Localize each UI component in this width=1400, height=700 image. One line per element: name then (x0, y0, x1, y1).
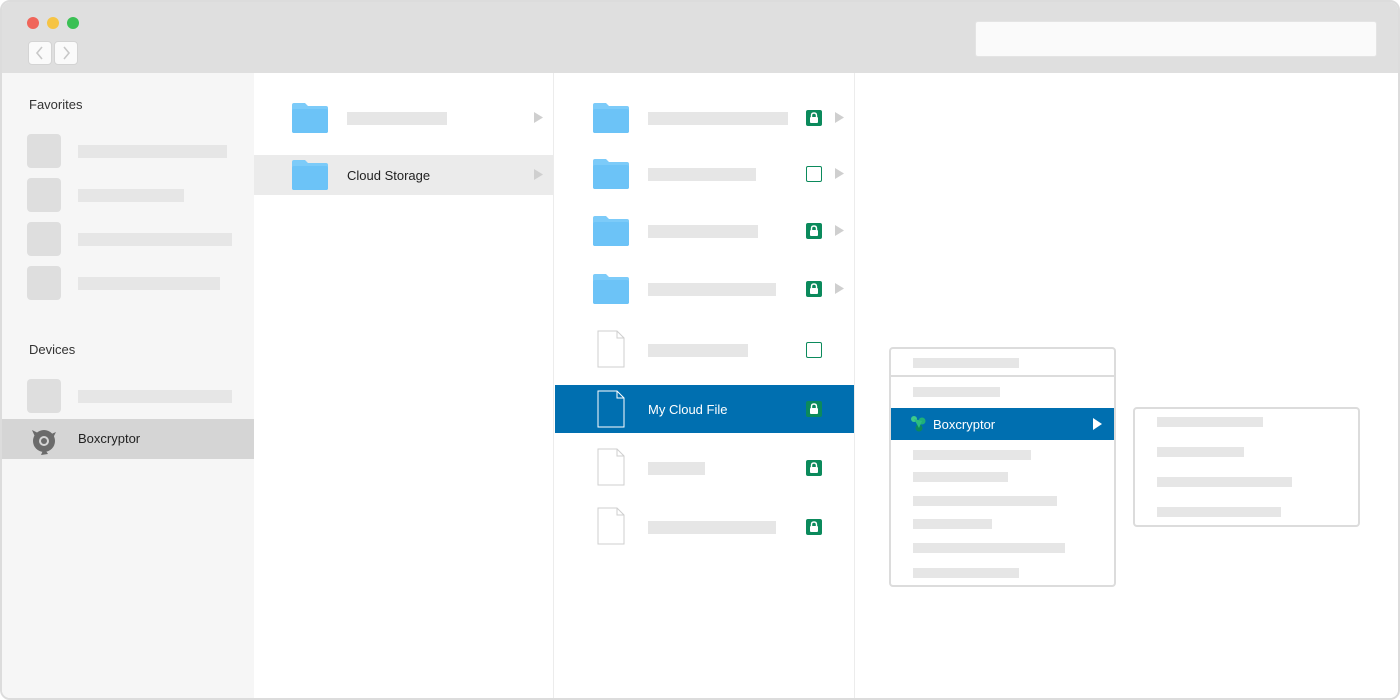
folder-icon (292, 160, 328, 190)
disclosure-arrow-icon (835, 225, 844, 236)
forward-button[interactable] (54, 41, 78, 65)
placeholder-label (648, 112, 788, 125)
encrypted-lock-icon (806, 110, 822, 126)
submenu-item-placeholder[interactable] (1157, 507, 1281, 517)
placeholder-label (648, 521, 776, 534)
unencrypted-checkbox-icon (806, 342, 822, 358)
placeholder-label (648, 462, 705, 475)
folder-row[interactable] (555, 154, 854, 194)
file-row[interactable] (555, 330, 854, 370)
menu-item-placeholder[interactable] (913, 496, 1057, 506)
disclosure-arrow-icon (835, 283, 844, 294)
folder-row-cloud-storage[interactable]: Cloud Storage (254, 155, 553, 195)
disclosure-arrow-icon (835, 112, 844, 123)
submenu-item-placeholder[interactable] (1157, 477, 1292, 487)
placeholder-label (78, 390, 232, 403)
placeholder-label (78, 233, 232, 246)
chevron-right-icon (63, 46, 71, 60)
submenu-item-placeholder[interactable] (1157, 447, 1244, 457)
finder-window: Favorites Devices Boxcryptor Cloud Stora… (0, 0, 1400, 700)
placeholder-icon (27, 266, 61, 300)
folder-row[interactable] (555, 269, 854, 309)
sidebar-favorite-item[interactable] (2, 174, 254, 214)
encrypted-lock-icon (806, 460, 822, 476)
zoom-window-button[interactable] (67, 17, 79, 29)
sidebar: Favorites Devices Boxcryptor (2, 73, 254, 698)
boxcryptor-logo-icon (911, 416, 926, 432)
folder-row[interactable] (254, 98, 553, 138)
title-bar (2, 2, 1398, 73)
folder-icon (593, 216, 629, 246)
sidebar-favorite-item[interactable] (2, 262, 254, 302)
encrypted-lock-icon (806, 519, 822, 535)
file-row[interactable] (555, 448, 854, 488)
folder-name: Cloud Storage (347, 168, 431, 183)
column-browser-2: My Cloud File (555, 73, 855, 698)
menu-item-placeholder[interactable] (913, 472, 1008, 482)
context-menu: Boxcryptor (889, 347, 1116, 587)
placeholder-icon (27, 134, 61, 168)
submenu-item-placeholder[interactable] (1157, 417, 1263, 427)
menu-item-placeholder[interactable] (913, 543, 1065, 553)
placeholder-label (78, 189, 184, 202)
favorites-section-title: Favorites (29, 97, 83, 112)
placeholder-label (648, 283, 776, 296)
menu-item-placeholder[interactable] (913, 519, 992, 529)
encrypted-lock-icon (806, 281, 822, 297)
devices-section-title: Devices (29, 342, 76, 357)
menu-item-placeholder[interactable] (913, 568, 1019, 578)
file-row-my-cloud-file[interactable]: My Cloud File (555, 385, 854, 433)
folder-icon (593, 159, 629, 189)
placeholder-icon (27, 178, 61, 212)
placeholder-label (78, 145, 227, 158)
document-icon (597, 390, 625, 428)
column-browser-1: Cloud Storage (254, 73, 554, 698)
sidebar-favorite-item[interactable] (2, 130, 254, 170)
menu-item-placeholder[interactable] (913, 387, 1000, 397)
minimize-window-button[interactable] (47, 17, 59, 29)
folder-row[interactable] (555, 211, 854, 251)
disclosure-arrow-icon (835, 168, 844, 179)
menu-item-boxcryptor[interactable]: Boxcryptor (891, 408, 1114, 440)
unencrypted-checkbox-icon (806, 166, 822, 182)
chevron-left-icon (35, 46, 43, 60)
placeholder-label (347, 112, 447, 125)
placeholder-icon (27, 379, 61, 413)
placeholder-label (78, 277, 220, 290)
disclosure-arrow-icon (534, 112, 543, 123)
folder-icon (292, 103, 328, 133)
placeholder-label (648, 168, 756, 181)
menu-item-label: Boxcryptor (933, 417, 996, 432)
folder-icon (593, 274, 629, 304)
submenu-arrow-icon (1093, 418, 1102, 430)
sidebar-device-item[interactable] (2, 375, 254, 415)
menu-item-placeholder[interactable] (913, 450, 1031, 460)
sidebar-favorite-item[interactable] (2, 218, 254, 258)
menu-item-placeholder[interactable] (913, 358, 1019, 368)
sidebar-item-label: Boxcryptor (78, 431, 141, 446)
sidebar-item-boxcryptor[interactable]: Boxcryptor (2, 419, 254, 459)
placeholder-icon (27, 222, 61, 256)
file-row[interactable] (555, 507, 854, 547)
folder-row[interactable] (555, 98, 854, 138)
encrypted-lock-icon (806, 223, 822, 239)
boxcryptor-submenu (1133, 407, 1360, 527)
document-icon (597, 448, 625, 486)
placeholder-label (648, 344, 748, 357)
menu-separator (891, 375, 1114, 377)
disclosure-arrow-icon (534, 169, 543, 180)
document-icon (597, 330, 625, 368)
placeholder-label (648, 225, 758, 238)
file-name: My Cloud File (648, 402, 728, 417)
document-icon (597, 507, 625, 545)
boxcryptor-drive-icon (32, 430, 56, 455)
back-button[interactable] (28, 41, 52, 65)
close-window-button[interactable] (27, 17, 39, 29)
folder-icon (593, 103, 629, 133)
search-input[interactable] (975, 21, 1377, 57)
encrypted-lock-icon (806, 401, 822, 417)
